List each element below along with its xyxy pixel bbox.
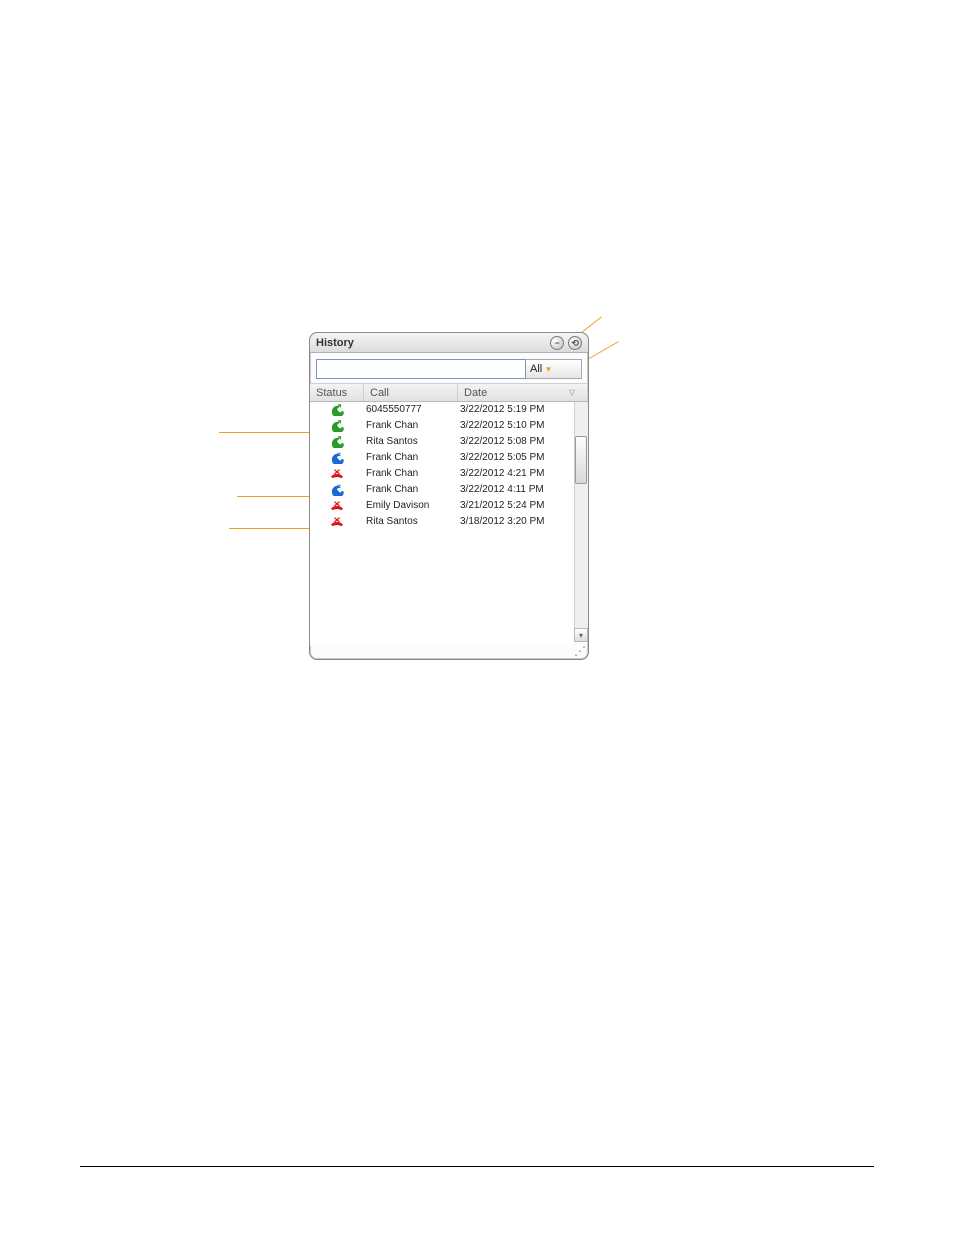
table-row[interactable]: Frank Chan3/22/2012 4:11 PM — [310, 482, 574, 498]
page-footer-rule — [80, 1166, 874, 1167]
scrollbar-thumb[interactable] — [575, 436, 587, 484]
outgoing-call-icon — [330, 404, 344, 416]
status-cell — [310, 466, 364, 482]
missed-call-icon — [330, 468, 344, 480]
minimize-button[interactable]: − — [550, 336, 564, 350]
outgoing-call-icon — [330, 420, 344, 432]
resize-grip[interactable]: ⋰ — [574, 645, 586, 657]
sort-indicator-icon: ▽ — [569, 384, 581, 402]
call-cell: Rita Santos — [364, 434, 458, 450]
scrollbar-track[interactable] — [574, 402, 588, 628]
return-to-main-button[interactable]: ⟲ — [568, 336, 582, 350]
search-bar: All ▾ — [310, 353, 588, 384]
date-cell: 3/21/2012 5:24 PM — [458, 498, 574, 514]
date-cell: 3/22/2012 5:08 PM — [458, 434, 574, 450]
table-row[interactable]: Frank Chan3/22/2012 5:05 PM — [310, 450, 574, 466]
call-cell: 6045550777 — [364, 402, 458, 418]
missed-call-icon — [330, 500, 344, 512]
table-row[interactable]: Frank Chan3/22/2012 4:21 PM — [310, 466, 574, 482]
call-cell: Rita Santos — [364, 514, 458, 530]
outgoing-call-icon — [330, 436, 344, 448]
status-cell — [310, 514, 364, 530]
missed-call-icon — [330, 516, 344, 528]
date-cell: 3/22/2012 4:11 PM — [458, 482, 574, 498]
table-row[interactable]: Rita Santos3/22/2012 5:08 PM — [310, 434, 574, 450]
status-cell — [310, 418, 364, 434]
date-cell: 3/18/2012 3:20 PM — [458, 514, 574, 530]
call-cell: Frank Chan — [364, 418, 458, 434]
table-row[interactable]: Frank Chan3/22/2012 5:10 PM — [310, 418, 574, 434]
call-cell: Emily Davison — [364, 498, 458, 514]
call-cell: Frank Chan — [364, 450, 458, 466]
filter-label: All — [530, 363, 542, 375]
table-row[interactable]: Emily Davison3/21/2012 5:24 PM — [310, 498, 574, 514]
column-header-date[interactable]: Date ▽ — [458, 384, 588, 401]
table-body: 60455507773/22/2012 5:19 PMFrank Chan3/2… — [310, 402, 574, 646]
column-header-call[interactable]: Call — [364, 384, 458, 401]
table-row[interactable]: Rita Santos3/18/2012 3:20 PM — [310, 514, 574, 530]
date-cell: 3/22/2012 5:19 PM — [458, 402, 574, 418]
incoming-call-icon — [330, 452, 344, 464]
titlebar: History − ⟲ — [310, 333, 588, 353]
history-table: Status Call Date ▽ 60455507773/22/2012 5… — [310, 384, 588, 646]
status-cell — [310, 450, 364, 466]
column-header-status[interactable]: Status — [310, 384, 364, 401]
table-header: Status Call Date ▽ — [310, 384, 588, 402]
scroll-down-button[interactable]: ▾ — [574, 628, 588, 642]
call-cell: Frank Chan — [364, 466, 458, 482]
date-cell: 3/22/2012 5:05 PM — [458, 450, 574, 466]
window-title: History — [316, 333, 354, 353]
status-cell — [310, 482, 364, 498]
date-cell: 3/22/2012 5:10 PM — [458, 418, 574, 434]
status-cell — [310, 434, 364, 450]
status-cell — [310, 402, 364, 418]
call-cell: Frank Chan — [364, 482, 458, 498]
chevron-down-icon: ▾ — [546, 364, 551, 375]
search-input[interactable] — [316, 359, 526, 379]
status-cell — [310, 498, 364, 514]
date-cell: 3/22/2012 4:21 PM — [458, 466, 574, 482]
incoming-call-icon — [330, 484, 344, 496]
filter-dropdown[interactable]: All ▾ — [526, 359, 582, 379]
table-row[interactable]: 60455507773/22/2012 5:19 PM — [310, 402, 574, 418]
history-window: History − ⟲ All ▾ Status Call Date ▽ 604… — [309, 332, 589, 660]
callout-line-return — [584, 341, 619, 362]
column-header-date-label: Date — [464, 384, 487, 402]
